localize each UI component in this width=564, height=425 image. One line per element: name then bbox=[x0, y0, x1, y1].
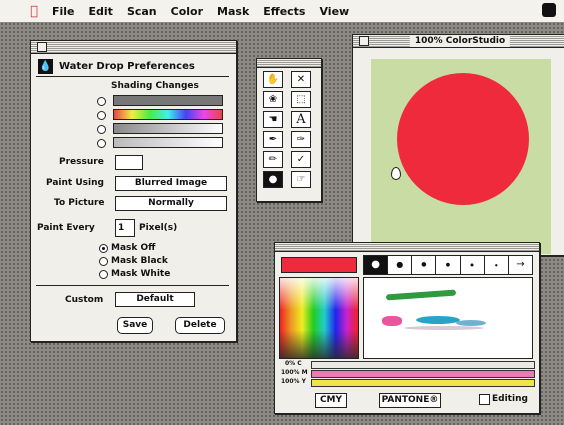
mask-black-radio[interactable] bbox=[99, 257, 108, 266]
cyan-slider[interactable] bbox=[311, 361, 535, 369]
color-palette-window: ● ● ● ● ● ● → 0% C 100% M 100% Y CMY PAN… bbox=[274, 242, 540, 414]
apple-menu-icon[interactable]:  bbox=[26, 4, 42, 19]
prefs-title-bar[interactable] bbox=[31, 41, 236, 54]
shading-radio-3[interactable] bbox=[97, 125, 106, 134]
yellow-slider-label: 100% Y bbox=[281, 378, 306, 385]
mask-white-radio[interactable] bbox=[99, 270, 108, 279]
mask-white-label: Mask White bbox=[111, 269, 171, 279]
menu-effects[interactable]: Effects bbox=[263, 5, 305, 18]
paint-every-label: Paint Every bbox=[37, 223, 95, 233]
eyedropper-icon[interactable]: ✓ bbox=[291, 151, 311, 168]
magenta-slider[interactable] bbox=[311, 370, 535, 378]
delete-button[interactable]: Delete bbox=[175, 317, 225, 334]
pencil-icon[interactable]: ✏ bbox=[263, 151, 283, 168]
editing-checkbox[interactable] bbox=[479, 394, 490, 405]
current-color-swatch[interactable] bbox=[281, 257, 357, 273]
brush-size-2[interactable]: ● bbox=[387, 256, 411, 274]
water-drop-icon[interactable]: ● bbox=[263, 171, 283, 188]
pixels-label: Pixel(s) bbox=[139, 223, 178, 233]
yellow-slider[interactable] bbox=[311, 379, 535, 387]
smudge-icon[interactable]: ☞ bbox=[291, 171, 311, 188]
mask-off-radio[interactable] bbox=[99, 244, 108, 253]
canvas-image[interactable] bbox=[371, 59, 551, 254]
water-drop-cursor-icon bbox=[391, 167, 401, 180]
menu-view[interactable]: View bbox=[319, 5, 349, 18]
brush-size-row: ● ● ● ● ● ● → bbox=[363, 255, 533, 275]
save-button[interactable]: Save bbox=[117, 317, 153, 334]
tool-palette: ✋ ✕ ❀ ⬚ ☚ A ✒ ✑ ✏ ✓ ● ☞ bbox=[256, 58, 322, 202]
cyan-slider-label: 0% C bbox=[285, 360, 302, 367]
paint-mixing-area[interactable] bbox=[363, 277, 533, 359]
brush-size-3[interactable]: ● bbox=[411, 256, 435, 274]
pantone-button[interactable]: PANTONE® bbox=[379, 393, 441, 408]
editing-label: Editing bbox=[492, 394, 528, 404]
to-picture-popup[interactable]: Normally bbox=[115, 196, 227, 211]
shading-radio-4[interactable] bbox=[97, 139, 106, 148]
close-box[interactable] bbox=[37, 42, 47, 52]
app-menu-icon[interactable] bbox=[542, 3, 556, 17]
prefs-title: Water Drop Preferences bbox=[59, 61, 195, 72]
marquee-icon[interactable]: ⬚ bbox=[291, 91, 311, 108]
shading-radio-1[interactable] bbox=[97, 97, 106, 106]
mask-off-label: Mask Off bbox=[111, 243, 156, 253]
menu-mask[interactable]: Mask bbox=[217, 5, 249, 18]
mask-black-label: Mask Black bbox=[111, 256, 168, 266]
canvas-window: 100% ColorStudio bbox=[352, 34, 564, 256]
shading-gray[interactable] bbox=[113, 95, 223, 106]
menu-bar:  File Edit Scan Color Mask Effects View bbox=[0, 0, 564, 23]
text-icon[interactable]: A bbox=[291, 111, 311, 128]
paint-using-label: Paint Using bbox=[46, 178, 104, 188]
shading-rainbow[interactable] bbox=[113, 109, 223, 120]
water-drop-preferences-window: 💧 Water Drop Preferences Shading Changes… bbox=[30, 40, 237, 342]
canvas-title-bar[interactable]: 100% ColorStudio bbox=[353, 35, 564, 48]
brush-size-6[interactable]: ● bbox=[483, 256, 508, 274]
canvas-title: 100% ColorStudio bbox=[409, 35, 511, 47]
menu-color[interactable]: Color bbox=[171, 5, 203, 18]
shading-label: Shading Changes bbox=[111, 81, 199, 91]
brush-size-5[interactable]: ● bbox=[459, 256, 484, 274]
menu-scan[interactable]: Scan bbox=[127, 5, 157, 18]
lasso-icon[interactable]: ❀ bbox=[263, 91, 283, 108]
magenta-slider-label: 100% M bbox=[281, 369, 308, 376]
to-picture-label: To Picture bbox=[54, 198, 105, 208]
red-circle bbox=[397, 73, 529, 205]
magnify-icon[interactable]: ✕ bbox=[291, 71, 311, 88]
custom-label: Custom bbox=[65, 295, 104, 305]
pen-icon[interactable]: ✒ bbox=[263, 131, 283, 148]
pressure-label: Pressure bbox=[59, 157, 104, 167]
palette-title-bar[interactable] bbox=[275, 243, 539, 252]
custom-popup[interactable]: Default bbox=[115, 292, 195, 307]
paint-using-popup[interactable]: Blurred Image bbox=[115, 176, 227, 191]
bucket-icon[interactable]: ☚ bbox=[263, 111, 283, 128]
brush-size-1[interactable]: ● bbox=[364, 256, 388, 274]
shading-gradient[interactable] bbox=[113, 123, 223, 134]
hand-icon[interactable]: ✋ bbox=[263, 71, 283, 88]
menu-edit[interactable]: Edit bbox=[89, 5, 113, 18]
shading-light[interactable] bbox=[113, 137, 223, 148]
brush-size-4[interactable]: ● bbox=[435, 256, 459, 274]
shading-radio-2[interactable] bbox=[97, 111, 106, 120]
brush-icon[interactable]: ✑ bbox=[291, 131, 311, 148]
cmy-button[interactable]: CMY bbox=[315, 393, 347, 408]
canvas-close-box[interactable] bbox=[359, 36, 369, 46]
pressure-field[interactable] bbox=[115, 155, 143, 170]
menu-file[interactable]: File bbox=[52, 5, 75, 18]
arrow-right-icon[interactable]: → bbox=[507, 256, 532, 274]
water-drop-icon: 💧 bbox=[38, 59, 53, 74]
color-spectrum[interactable] bbox=[279, 277, 359, 359]
paint-every-field[interactable]: 1 bbox=[115, 219, 135, 237]
tools-title-bar[interactable] bbox=[257, 59, 321, 68]
